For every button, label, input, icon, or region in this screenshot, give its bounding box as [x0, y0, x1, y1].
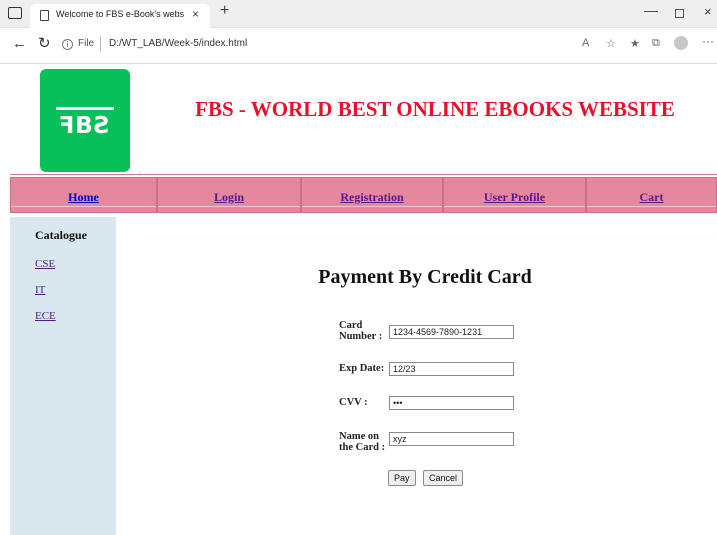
- web-page: ꟻBƧ FBS - WORLD BEST ONLINE EBOOKS WEBSI…: [0, 64, 717, 535]
- name-on-card-label-line1: Name on: [339, 431, 379, 442]
- browser-tab[interactable]: Welcome to FBS e-Book's website ×: [30, 4, 210, 28]
- nav-link-user-profile[interactable]: User Profile: [444, 190, 585, 205]
- nav-cell-home: Home: [10, 177, 157, 213]
- payment-form-title: Payment By Credit Card: [318, 266, 532, 288]
- card-number-label-line2: Number :: [339, 331, 383, 342]
- nav-cell-user-profile: User Profile: [443, 177, 586, 213]
- file-label: File: [78, 38, 95, 49]
- more-options-icon[interactable]: ···: [702, 34, 714, 48]
- card-number-input[interactable]: [389, 325, 514, 339]
- logo-text: ꟻBƧ: [58, 113, 112, 139]
- page-icon: [40, 10, 49, 21]
- cvv-label: CVV :: [339, 397, 368, 408]
- tab-actions-icon[interactable]: [8, 7, 22, 19]
- tab-close-icon[interactable]: ×: [192, 7, 199, 21]
- main-nav: Home Login Registration User Profile Car…: [10, 174, 717, 216]
- catalogue-link-it[interactable]: IT: [35, 284, 45, 296]
- name-on-card-input[interactable]: [389, 432, 514, 446]
- name-on-card-label-line2: the Card :: [339, 442, 386, 453]
- fbs-logo: ꟻBƧ: [40, 69, 130, 172]
- exp-date-input[interactable]: [389, 362, 514, 376]
- close-window-icon[interactable]: ×: [704, 4, 712, 19]
- address-separator: [100, 36, 101, 52]
- read-aloud-icon[interactable]: A: [582, 37, 589, 49]
- nav-link-cart[interactable]: Cart: [587, 190, 716, 205]
- browser-titlebar: Welcome to FBS e-Book's website × + — ×: [0, 0, 717, 28]
- refresh-icon[interactable]: ↻: [38, 34, 51, 52]
- site-title: FBS - WORLD BEST ONLINE EBOOKS WEBSITE: [195, 97, 675, 121]
- info-icon[interactable]: i: [62, 39, 73, 50]
- card-number-label: Card Number :: [339, 320, 382, 342]
- catalogue-sidebar: Catalogue CSE IT ECE: [10, 217, 116, 535]
- cancel-button[interactable]: Cancel: [423, 470, 464, 486]
- cvv-input[interactable]: [389, 396, 514, 410]
- name-on-card-label: Name on the Card :: [339, 431, 385, 453]
- maximize-icon[interactable]: [675, 9, 684, 18]
- url-input[interactable]: D:/WT_LAB/Week-5/index.html: [109, 38, 247, 49]
- catalogue-link-ece[interactable]: ECE: [35, 310, 56, 322]
- favorite-star-icon[interactable]: ☆: [606, 37, 616, 50]
- nav-cell-login: Login: [157, 177, 301, 213]
- catalogue-link-cse[interactable]: CSE: [35, 258, 55, 270]
- new-tab-icon[interactable]: +: [220, 2, 229, 20]
- favorites-icon[interactable]: ★: [630, 37, 640, 50]
- card-number-label-line1: Card: [339, 320, 363, 331]
- nav-link-login[interactable]: Login: [158, 190, 300, 205]
- logo-bar: [56, 107, 114, 110]
- back-icon[interactable]: ←: [12, 35, 27, 52]
- nav-cell-cart: Cart: [586, 177, 717, 213]
- nav-link-home[interactable]: Home: [11, 190, 156, 205]
- pay-button[interactable]: Pay: [388, 470, 416, 486]
- catalogue-title: Catalogue: [35, 228, 87, 242]
- nav-link-registration[interactable]: Registration: [302, 190, 442, 205]
- minimize-icon[interactable]: —: [644, 2, 658, 18]
- tab-title: Welcome to FBS e-Book's website: [56, 9, 184, 19]
- profile-avatar[interactable]: [674, 36, 688, 50]
- collections-icon[interactable]: ⧉: [652, 37, 660, 50]
- address-bar: ← ↻ i File D:/WT_LAB/Week-5/index.html A…: [0, 28, 717, 64]
- exp-date-label: Exp Date:: [339, 363, 385, 374]
- nav-cell-registration: Registration: [301, 177, 443, 213]
